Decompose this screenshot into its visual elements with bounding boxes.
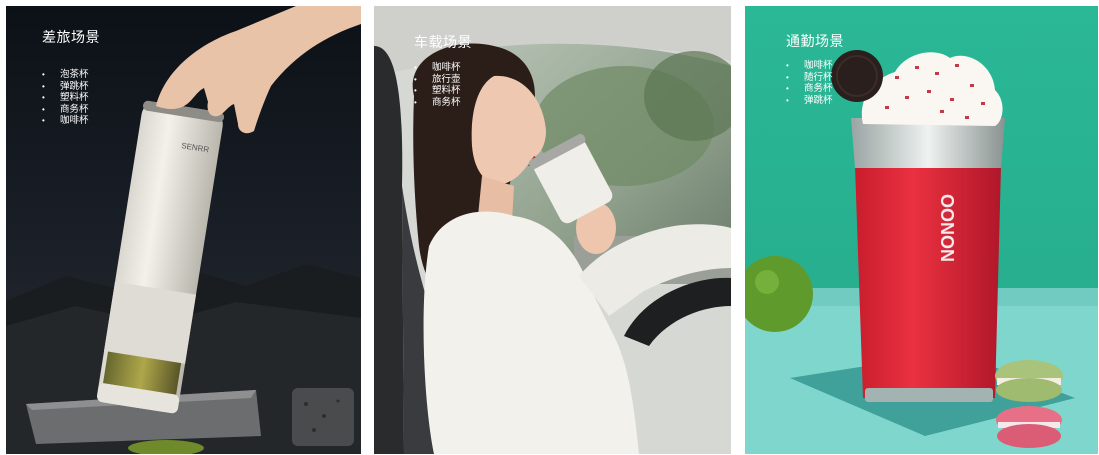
travel-scene-caption: 差旅场景 泡茶杯 弹跳杯 塑料杯 商务杯 咖啡杯 bbox=[42, 27, 100, 127]
list-item: 咖啡杯 bbox=[786, 60, 844, 72]
scene-title: 通勤场景 bbox=[786, 33, 844, 49]
commute-scene-caption: 通勤场景 咖啡杯 随行杯 商务杯 弹跳杯 bbox=[786, 31, 844, 106]
list-item: 塑料杯 bbox=[414, 85, 472, 97]
cup-type-list: 咖啡杯 旅行壶 塑料杯 商务杯 bbox=[414, 62, 472, 108]
commute-scene-panel: OONON 通勤场景 咖啡杯 随行杯 商务杯 弹跳杯 bbox=[745, 6, 1098, 454]
list-item: 商务杯 bbox=[786, 83, 844, 95]
car-scene-caption: 车载场景 咖啡杯 旅行壶 塑料杯 商务杯 bbox=[414, 32, 472, 108]
cup-type-list: 泡茶杯 弹跳杯 塑料杯 商务杯 咖啡杯 bbox=[42, 69, 100, 127]
list-item: 塑料杯 bbox=[42, 92, 100, 104]
car-scene-panel: 车载场景 咖啡杯 旅行壶 塑料杯 商务杯 bbox=[374, 6, 731, 454]
list-item: 随行杯 bbox=[786, 72, 844, 84]
list-item: 旅行壶 bbox=[414, 74, 472, 86]
list-item: 商务杯 bbox=[42, 104, 100, 116]
cup-logo: OONON bbox=[937, 194, 957, 262]
travel-scene-panel: SENRR 差旅场景 泡茶杯 弹跳杯 塑料杯 商务杯 咖啡杯 bbox=[6, 6, 361, 454]
list-item: 咖啡杯 bbox=[414, 62, 472, 74]
list-item: 商务杯 bbox=[414, 97, 472, 109]
list-item: 弹跳杯 bbox=[786, 95, 844, 107]
cup-type-list: 咖啡杯 随行杯 商务杯 弹跳杯 bbox=[786, 60, 844, 106]
list-item: 咖啡杯 bbox=[42, 115, 100, 127]
list-item: 泡茶杯 bbox=[42, 69, 100, 81]
scene-title: 车载场景 bbox=[414, 34, 472, 50]
scene-title: 差旅场景 bbox=[42, 29, 100, 45]
list-item: 弹跳杯 bbox=[42, 81, 100, 93]
